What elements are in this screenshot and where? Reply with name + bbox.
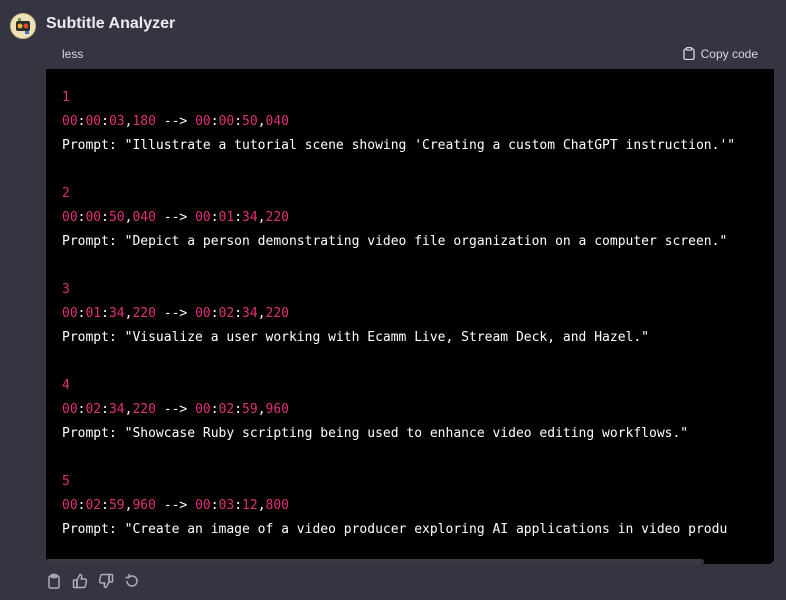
timecode-part: 00 — [62, 402, 78, 417]
timecode-part: 12 — [242, 498, 258, 513]
entry-index: 5 — [62, 474, 70, 489]
timecode-part: 34 — [242, 210, 258, 225]
entry-timecode-line: 00:00:50,040 --> 00:01:34,220 — [62, 210, 290, 225]
horizontal-scrollbar[interactable] — [46, 559, 704, 564]
timecode-part: 02 — [85, 498, 102, 513]
timecode-part: 960 — [265, 402, 290, 417]
timecode-part: 50 — [242, 114, 258, 129]
timecode-part: 34 — [108, 306, 125, 321]
timecode-part: 01 — [218, 210, 235, 225]
entry-timecode-line: 00:01:34,220 --> 00:02:34,220 — [62, 306, 290, 321]
entry-timecode-line: 00:02:34,220 --> 00:02:59,960 — [62, 402, 290, 417]
timecode-part: 00 — [62, 498, 78, 513]
entry-prompt-line: Prompt: "Illustrate a tutorial scene sho… — [62, 138, 736, 153]
entry-index-line: 5 — [62, 470, 774, 494]
timecode-part: 180 — [132, 114, 156, 129]
avatar — [10, 13, 36, 39]
entry-prompt-line: Prompt: "Showcase Ruby scripting being u… — [62, 426, 689, 441]
timecode-part: 00 — [195, 402, 211, 417]
timecode-part: 00 — [85, 210, 102, 225]
clipboard-icon — [682, 47, 695, 60]
timecode-part: 00 — [62, 210, 78, 225]
timecode-part: 00 — [85, 114, 102, 129]
entry-prompt-line: Prompt: "Depict a person demonstrating v… — [62, 234, 728, 249]
timecode-part: 02 — [218, 306, 235, 321]
timecode-part: 34 — [108, 402, 125, 417]
timecode-part: 00 — [195, 498, 211, 513]
entry-prompt-line: Prompt: "Create an image of a video prod… — [62, 522, 728, 537]
timecode-part: 59 — [242, 402, 258, 417]
timecode-part: 220 — [265, 306, 290, 321]
thumbs-up-icon[interactable] — [72, 573, 88, 589]
code-block: less Copy code 1 00:00:03,180 --> 00:00:5… — [46, 38, 774, 564]
timecode-part: 00 — [62, 114, 78, 129]
timecode-part: 02 — [218, 402, 235, 417]
thumbs-down-icon[interactable] — [98, 573, 114, 589]
regenerate-icon[interactable] — [124, 573, 140, 589]
copy-icon[interactable] — [46, 573, 62, 589]
timecode-part: 00 — [195, 306, 211, 321]
code-body[interactable]: 1 00:00:03,180 --> 00:00:50,040 Prompt: "I… — [46, 69, 774, 564]
entry-timecode-line: 00:02:59,960 --> 00:03:12,800 — [62, 498, 290, 513]
copy-code-button[interactable]: Copy code — [682, 46, 758, 61]
timecode-part: 50 — [108, 210, 125, 225]
timecode-part: 02 — [85, 402, 102, 417]
timecode-part: 220 — [132, 402, 156, 417]
entry-index: 2 — [62, 186, 70, 201]
timecode-part: 01 — [85, 306, 102, 321]
avatar-image — [11, 14, 35, 38]
timecode-part: 040 — [265, 114, 290, 129]
code-language: less — [62, 46, 84, 61]
message-actions — [46, 573, 140, 589]
timecode-part: 00 — [195, 210, 211, 225]
entry-index: 1 — [62, 90, 70, 105]
code-header: less Copy code — [46, 38, 774, 69]
entry-index-line: 2 — [62, 182, 774, 206]
entry-prompt-line: Prompt: "Visualize a user working with E… — [62, 330, 649, 345]
sender-name: Subtitle Analyzer — [46, 15, 176, 32]
timecode-part: 00 — [195, 114, 211, 129]
entry-timecode-line: 00:00:03,180 --> 00:00:50,040 — [62, 114, 290, 129]
timecode-part: 00 — [62, 306, 78, 321]
timecode-part: 34 — [242, 306, 258, 321]
timecode-part: 220 — [132, 306, 156, 321]
timecode-part: 040 — [132, 210, 156, 225]
timecode-part: 800 — [265, 498, 290, 513]
timecode-part: 59 — [108, 498, 125, 513]
timecode-part: 960 — [132, 498, 156, 513]
timecode-part: 03 — [218, 498, 235, 513]
entry-index: 4 — [62, 378, 70, 393]
entry-index-line: 1 — [62, 86, 774, 110]
entry-index-line: 4 — [62, 374, 774, 398]
entry-index: 3 — [62, 282, 70, 297]
copy-code-label: Copy code — [700, 46, 758, 61]
timecode-part: 03 — [108, 114, 125, 129]
entry-index-line: 3 — [62, 278, 774, 302]
timecode-part: 220 — [265, 210, 290, 225]
timecode-part: 00 — [218, 114, 235, 129]
